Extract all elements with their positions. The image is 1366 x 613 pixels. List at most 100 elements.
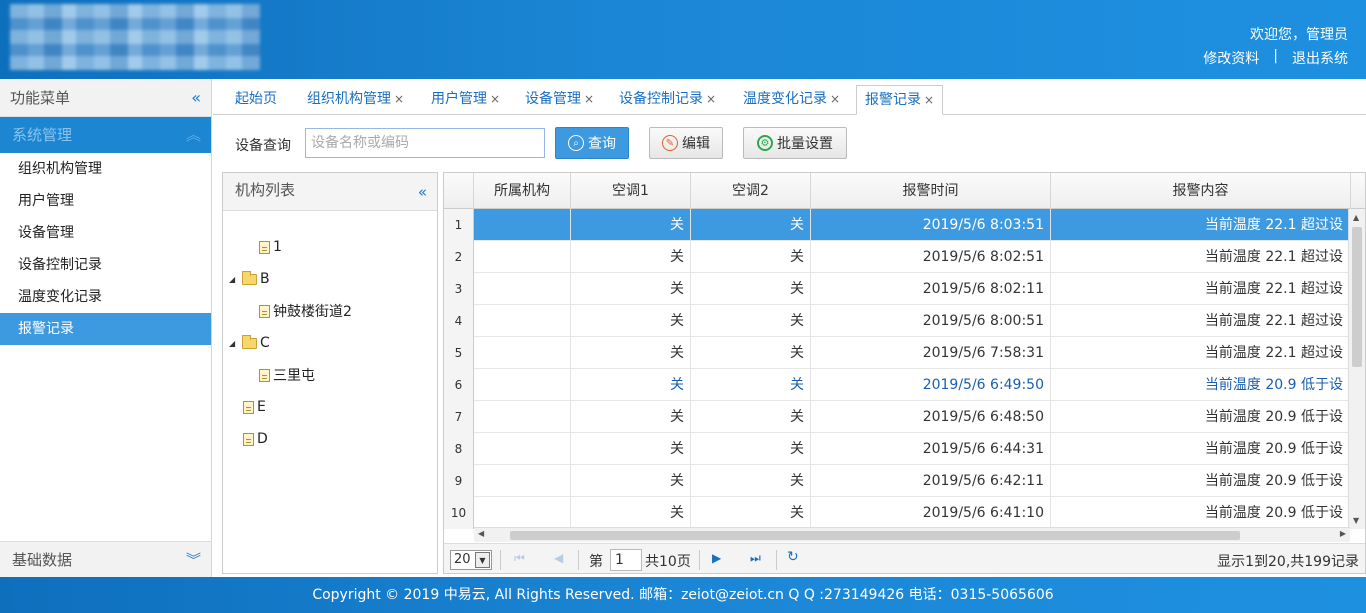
scroll-up-icon[interactable]: ▲	[1353, 213, 1359, 222]
table-row[interactable]: 7 关关 2019/5/6 6:48:50 当前温度 20.9 低于设	[444, 401, 1350, 433]
column-header[interactable]: 空调1	[571, 173, 691, 209]
sidebar-item[interactable]: 用户管理	[0, 185, 211, 217]
page-size-select[interactable]: 20 ▼	[450, 550, 492, 570]
tab[interactable]: 组织机构管理 ×	[307, 85, 404, 115]
tree-node-label: E	[257, 399, 266, 415]
menu-title: 功能菜单	[10, 89, 71, 107]
column-header[interactable]: 空调2	[691, 173, 811, 209]
scroll-left-icon[interactable]: ◀	[478, 529, 484, 538]
header-links: 修改资料 | 退出系统	[1203, 48, 1348, 68]
close-tab-icon[interactable]: ×	[924, 93, 934, 107]
menu-group-basic-data[interactable]: 基础数据 ︾	[0, 541, 211, 577]
close-tab-icon[interactable]: ×	[584, 92, 594, 106]
sidebar-item[interactable]: 温度变化记录	[0, 281, 211, 313]
tab-label: 设备管理	[525, 91, 581, 107]
tab[interactable]: 设备控制记录 ×	[619, 85, 716, 115]
row-number: 7	[444, 401, 474, 433]
table-row[interactable]: 5 关关 2019/5/6 7:58:31 当前温度 22.1 超过设	[444, 337, 1350, 369]
row-number: 4	[444, 305, 474, 337]
tab[interactable]: 报警记录 ×	[856, 85, 944, 115]
table-cell-ac2: 关	[691, 209, 811, 241]
tree-node-label: 1	[273, 239, 282, 255]
prev-page-icon[interactable]: ◀	[554, 551, 563, 565]
query-button[interactable]: ⌕ 查询	[555, 127, 629, 159]
table-cell-ac2: 关	[691, 465, 811, 497]
expand-group-icon[interactable]: ︾	[186, 542, 201, 578]
collapse-org-panel-icon[interactable]: «	[418, 175, 427, 209]
edit-profile-link[interactable]: 修改资料	[1203, 48, 1259, 68]
collapse-group-icon[interactable]: ︽	[186, 117, 201, 153]
row-number: 3	[444, 273, 474, 305]
table-cell-ac1: 关	[571, 497, 691, 529]
tab[interactable]: 起始页	[235, 85, 277, 115]
tree-node[interactable]: D	[243, 429, 268, 449]
column-header[interactable]: 报警时间	[811, 173, 1051, 209]
tree-node[interactable]: E	[243, 397, 266, 417]
table-cell-org	[474, 401, 571, 433]
org-list-panel: 机构列表 « 1 ◢ B 钟鼓楼街道2 ◢ C 三里屯 E D	[222, 172, 438, 574]
grid-header: 所属机构 空调1 空调2 报警时间 报警内容	[444, 173, 1365, 209]
table-cell-time: 2019/5/6 7:58:31	[811, 337, 1051, 369]
pager-divider	[578, 550, 579, 570]
sidebar-item[interactable]: 设备管理	[0, 217, 211, 249]
expand-toggle-icon[interactable]: ◢	[229, 275, 239, 284]
menu-group-system[interactable]: 系统管理 ︽	[0, 117, 211, 153]
org-list-header: 机构列表 «	[223, 173, 437, 211]
logout-link[interactable]: 退出系统	[1292, 48, 1348, 68]
table-row[interactable]: 9 关关 2019/5/6 6:42:11 当前温度 20.9 低于设	[444, 465, 1350, 497]
tab[interactable]: 用户管理 ×	[431, 85, 500, 115]
alarm-record-grid: 所属机构 空调1 空调2 报警时间 报警内容 1 关关 2019/5/6 8:03:51 当前…	[443, 172, 1366, 574]
table-cell-content: 当前温度 20.9 低于设	[1051, 369, 1350, 401]
menu-group-label: 基础数据	[12, 551, 73, 569]
menu-group-label: 系统管理	[12, 126, 73, 144]
scroll-right-icon[interactable]: ▶	[1340, 529, 1346, 538]
first-page-icon[interactable]: ⏮	[514, 551, 525, 566]
edit-button[interactable]: ✎ 编辑	[649, 127, 723, 159]
horizontal-scrollbar[interactable]: ◀ ▶	[474, 527, 1350, 542]
collapse-menu-icon[interactable]: «	[191, 79, 201, 117]
tree-node[interactable]: ◢ B	[229, 269, 270, 289]
close-tab-icon[interactable]: ×	[706, 92, 716, 106]
table-row[interactable]: 4 关关 2019/5/6 8:00:51 当前温度 22.1 超过设	[444, 305, 1350, 337]
tab[interactable]: 设备管理 ×	[525, 85, 594, 115]
refresh-icon[interactable]: ↻	[787, 549, 799, 565]
table-cell-ac1: 关	[571, 369, 691, 401]
column-header[interactable]: 报警内容	[1051, 173, 1351, 209]
table-cell-ac1: 关	[571, 465, 691, 497]
expand-toggle-icon[interactable]: ◢	[229, 339, 239, 348]
sidebar-item[interactable]: 报警记录	[0, 313, 211, 345]
close-tab-icon[interactable]: ×	[394, 92, 404, 106]
tree-node[interactable]: ◢ C	[229, 333, 270, 353]
table-row[interactable]: 2 关关 2019/5/6 8:02:51 当前温度 22.1 超过设	[444, 241, 1350, 273]
last-page-icon[interactable]: ⏭	[750, 551, 761, 566]
table-cell-content: 当前温度 22.1 超过设	[1051, 337, 1350, 369]
vertical-scrollbar[interactable]: ▲ ▼	[1348, 209, 1365, 529]
table-row[interactable]: 8 关关 2019/5/6 6:44:31 当前温度 20.9 低于设	[444, 433, 1350, 465]
vertical-scroll-thumb[interactable]	[1352, 227, 1362, 367]
table-row[interactable]: 3 关关 2019/5/6 8:02:11 当前温度 22.1 超过设	[444, 273, 1350, 305]
scroll-down-icon[interactable]: ▼	[1353, 516, 1359, 525]
next-page-icon[interactable]: ▶	[712, 551, 721, 565]
batch-settings-button[interactable]: ⚙ 批量设置	[743, 127, 847, 159]
close-tab-icon[interactable]: ×	[490, 92, 500, 106]
sidebar-item[interactable]: 设备控制记录	[0, 249, 211, 281]
table-row[interactable]: 1 关关 2019/5/6 8:03:51 当前温度 22.1 超过设	[444, 209, 1350, 241]
sidebar-item[interactable]: 组织机构管理	[0, 153, 211, 185]
table-cell-org	[474, 465, 571, 497]
column-header[interactable]: 所属机构	[474, 173, 571, 209]
menu-header: 功能菜单 «	[0, 79, 211, 117]
close-tab-icon[interactable]: ×	[830, 92, 840, 106]
table-cell-time: 2019/5/6 8:02:51	[811, 241, 1051, 273]
page-number-input[interactable]: 1	[610, 549, 642, 571]
table-row[interactable]: 10 关关 2019/5/6 6:41:10 当前温度 20.9 低于设	[444, 497, 1350, 529]
table-row[interactable]: 6 关关 2019/5/6 6:49:50 当前温度 20.9 低于设	[444, 369, 1350, 401]
chevron-down-icon[interactable]: ▼	[475, 552, 490, 568]
device-search-input[interactable]	[305, 128, 545, 158]
horizontal-scroll-thumb[interactable]	[510, 531, 1240, 540]
tab[interactable]: 温度变化记录 ×	[743, 85, 840, 115]
tree-node[interactable]: 钟鼓楼街道2	[259, 301, 352, 321]
page-prefix: 第	[589, 554, 603, 570]
table-cell-content: 当前温度 20.9 低于设	[1051, 497, 1350, 529]
tree-node[interactable]: 三里屯	[259, 365, 315, 385]
tree-node[interactable]: 1	[259, 237, 282, 257]
